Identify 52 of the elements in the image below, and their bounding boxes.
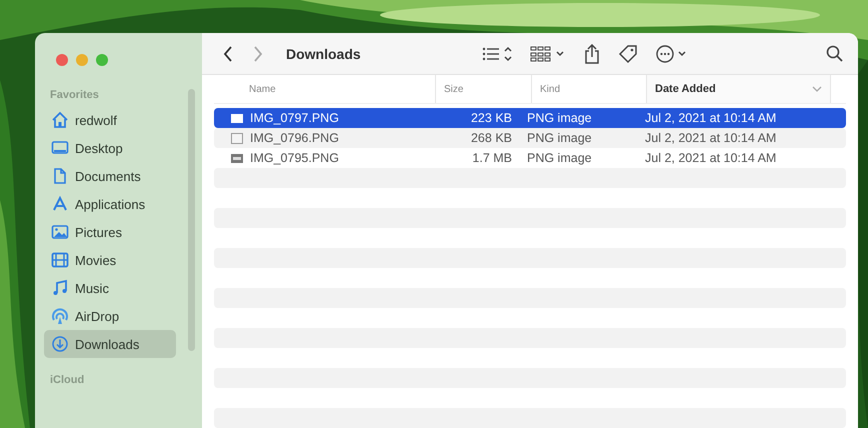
file-size: 223 KB bbox=[470, 111, 512, 125]
image-file-icon bbox=[230, 152, 244, 164]
date-added: Jul 2, 2021 at 10:14 AM bbox=[645, 111, 778, 125]
tag-icon[interactable] bbox=[618, 44, 638, 64]
search-icon[interactable] bbox=[826, 44, 844, 62]
chevron-down-icon bbox=[812, 85, 822, 93]
file-kind: PNG image bbox=[526, 131, 593, 145]
download-icon bbox=[51, 335, 69, 353]
back-icon[interactable] bbox=[222, 44, 234, 62]
desktop-icon bbox=[51, 139, 69, 157]
music-note-icon bbox=[51, 279, 69, 297]
picture-icon bbox=[51, 223, 69, 241]
app-store-icon bbox=[51, 195, 69, 213]
column-header[interactable]: Name bbox=[249, 75, 436, 103]
sidebar-item[interactable]: Movies bbox=[44, 246, 176, 274]
list-view-icon[interactable] bbox=[482, 44, 512, 62]
section-heading: iCloud bbox=[49, 373, 86, 388]
date-added: Jul 2, 2021 at 10:14 AM bbox=[645, 151, 778, 165]
file-row[interactable]: IMG_0796.PNG 268 KB PNG image Jul 2, 2021 at 10:14 AM bbox=[214, 128, 846, 148]
file-name: IMG_0797.PNG bbox=[250, 111, 339, 125]
column-header[interactable]: Size bbox=[436, 75, 532, 103]
sidebar-item[interactable]: Applications bbox=[44, 190, 176, 218]
file-name: IMG_0796.PNG bbox=[250, 131, 339, 145]
sidebar-item[interactable]: Music bbox=[44, 274, 176, 302]
image-file-icon bbox=[230, 132, 244, 144]
file-kind: PNG image bbox=[526, 111, 593, 125]
section-heading: Favorites bbox=[49, 88, 100, 103]
sidebar-item[interactable]: Pictures bbox=[44, 218, 176, 246]
sidebar-item[interactable]: Downloads bbox=[44, 330, 176, 358]
sidebar-item[interactable]: redwolf bbox=[44, 106, 176, 134]
column-header[interactable]: Date Added bbox=[647, 75, 831, 103]
film-icon bbox=[51, 251, 69, 269]
share-icon[interactable] bbox=[584, 44, 600, 64]
more-icon[interactable] bbox=[656, 44, 688, 64]
date-added: Jul 2, 2021 at 10:14 AM bbox=[645, 131, 778, 145]
group-icon[interactable] bbox=[530, 44, 566, 62]
file-size: 1.7 MB bbox=[471, 151, 512, 165]
sidebar-item[interactable]: AirDrop bbox=[44, 302, 176, 330]
document-icon bbox=[51, 167, 69, 185]
sidebar-item[interactable]: Documents bbox=[44, 162, 176, 190]
sidebar-item[interactable]: Desktop bbox=[44, 134, 176, 162]
file-row[interactable]: IMG_0795.PNG 1.7 MB PNG image Jul 2, 2021 at 10:14 AM bbox=[214, 148, 846, 168]
image-file-icon bbox=[230, 112, 244, 124]
window-title: Downloads bbox=[286, 46, 362, 62]
home-icon bbox=[51, 111, 69, 129]
close-button[interactable] bbox=[56, 54, 68, 66]
scrollbar[interactable] bbox=[188, 89, 195, 351]
signal-icon bbox=[51, 307, 69, 325]
file-row[interactable]: IMG_0797.PNG 223 KB PNG image Jul 2, 2021 at 10:14 AM bbox=[214, 108, 846, 128]
file-name: IMG_0795.PNG bbox=[250, 151, 339, 165]
file-kind: PNG image bbox=[526, 151, 593, 165]
file-size: 268 KB bbox=[470, 131, 512, 145]
